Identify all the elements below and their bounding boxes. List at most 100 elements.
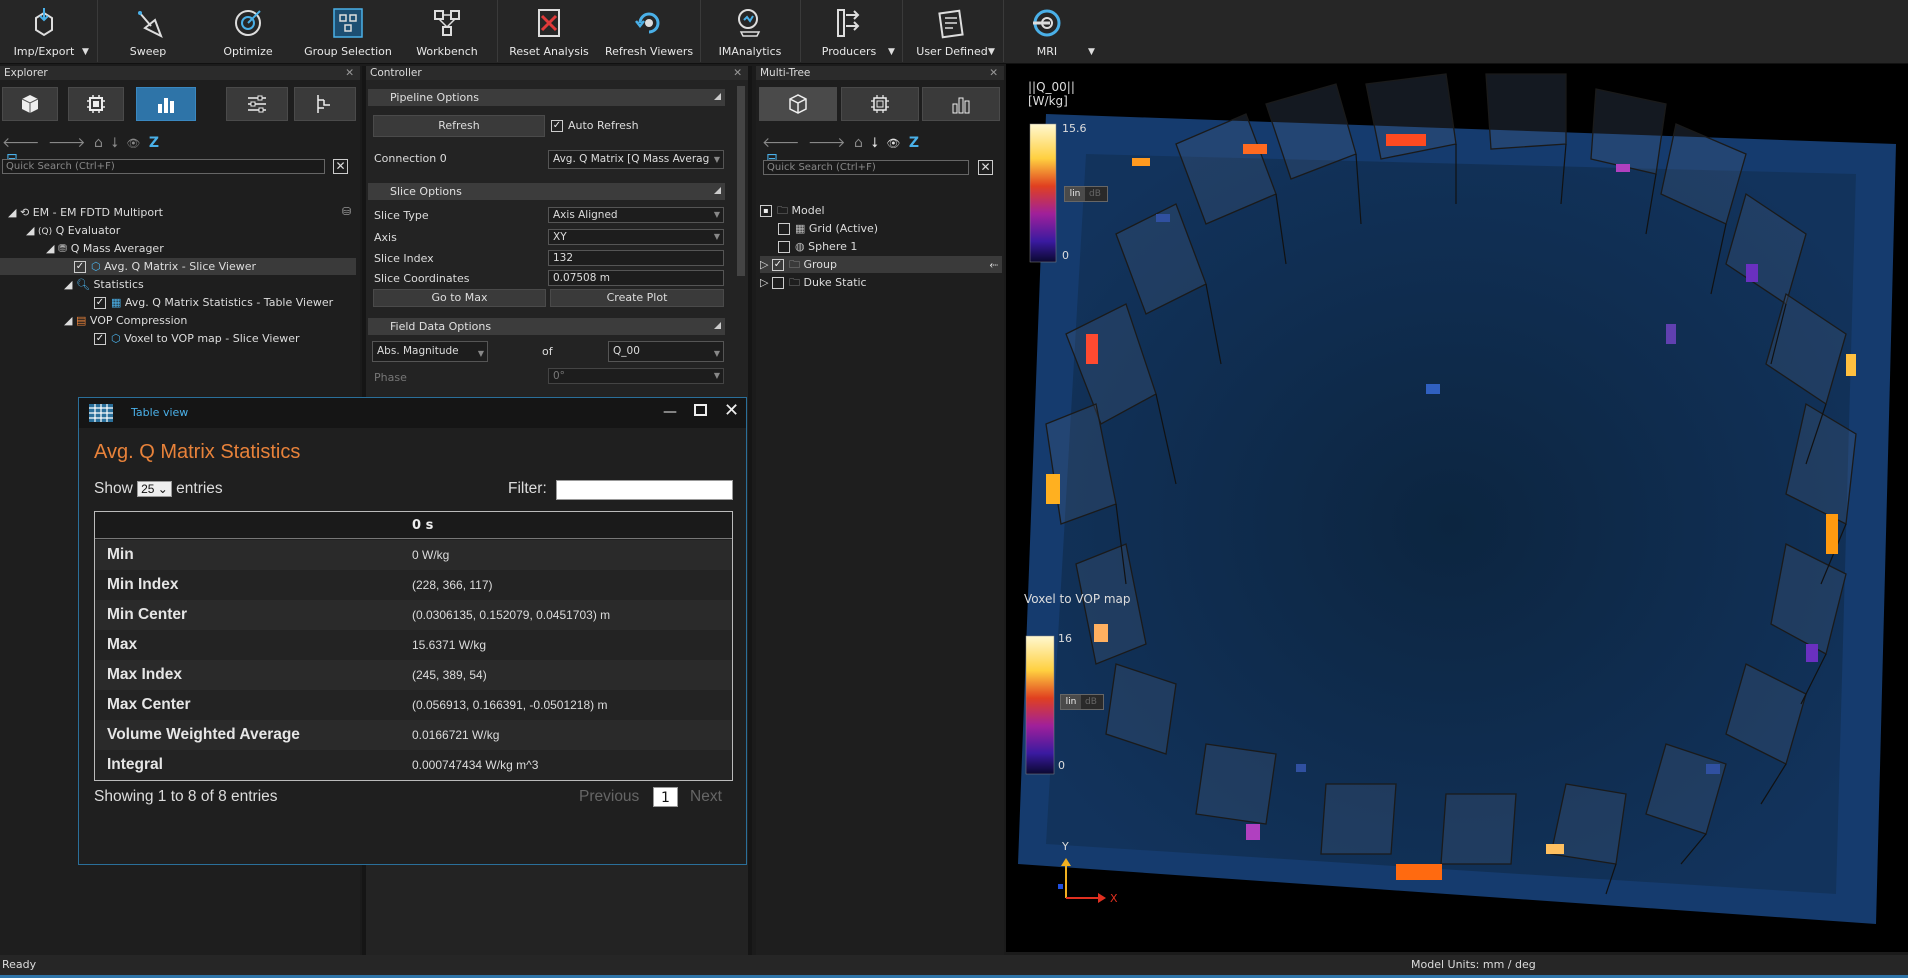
tab-analysis[interactable] — [136, 87, 196, 121]
legend1-scale-toggle[interactable]: lin dB — [1064, 186, 1108, 202]
close-icon[interactable]: ✕ — [724, 400, 739, 421]
component-select[interactable]: Q_00 ▼ — [608, 341, 724, 362]
field-data-options-header[interactable]: Field Data Options — [368, 318, 725, 335]
slice-coords-input[interactable]: 0.07508 m — [548, 270, 724, 286]
tab-chart[interactable] — [922, 87, 1000, 121]
slice-type-select[interactable]: Axis Aligned ▼ — [548, 207, 724, 223]
refresh-button[interactable]: Refresh — [373, 115, 545, 137]
column-header[interactable]: 0 s — [412, 518, 433, 533]
clear-search-icon[interactable]: ✕ — [333, 159, 348, 174]
tree-item-duke-static[interactable]: ▷ 🗀 Duke Static — [760, 274, 867, 291]
close-icon[interactable]: ✕ — [733, 66, 742, 80]
workbench-button[interactable]: Workbench — [410, 0, 484, 64]
tab-settings[interactable] — [226, 87, 288, 121]
tree-item-slice-viewer-q[interactable]: ✓ ⬡ Avg. Q Matrix - Slice Viewer — [0, 258, 356, 275]
page-button[interactable]: 1 — [653, 787, 678, 807]
arrow-left-icon[interactable]: 🡐 — [2, 135, 40, 151]
home-icon[interactable]: ⌂ — [94, 135, 103, 151]
refresh-icon — [635, 12, 660, 34]
imanalytics-button[interactable]: IMAnalytics — [712, 0, 788, 64]
table-view-titlebar[interactable]: Table view — ✕ — [79, 398, 746, 428]
tree-item-q-evaluator[interactable]: ◢ (Q) Q Evaluator — [26, 222, 120, 239]
arrow-right-icon[interactable]: 🡒 — [48, 135, 86, 151]
tree-item-table-viewer[interactable]: ✓ ▦ Avg. Q Matrix Statistics - Table View… — [94, 294, 333, 311]
entries-select[interactable]: 25 ⌄ — [137, 481, 172, 497]
optimize-button[interactable]: Optimize — [208, 0, 288, 64]
controller-scrollbar[interactable] — [737, 86, 745, 276]
tree-item-statistics[interactable]: ◢ 🔍︎ Statistics — [64, 276, 144, 293]
close-icon[interactable]: ✕ — [989, 66, 998, 80]
tree-item-group[interactable]: ▷ ✓ 🗀 Group ⬸ — [760, 256, 1002, 273]
status-text: Ready — [2, 958, 37, 971]
multitree-panel-title: Multi-Tree ✕ — [756, 66, 1004, 80]
close-icon[interactable]: ✕ — [345, 66, 354, 80]
sweep-icon — [138, 11, 163, 39]
axis-select[interactable]: XY ▼ — [548, 229, 724, 245]
slice-options-header[interactable]: Slice Options — [368, 183, 725, 200]
user-defined-button[interactable]: User Defined ▼ — [910, 0, 995, 64]
sweep-button[interactable]: Sweep — [111, 0, 185, 64]
tab-model[interactable] — [2, 87, 58, 121]
legend2-scale-toggle[interactable]: lin dB — [1060, 694, 1104, 710]
tab-chip[interactable] — [841, 87, 919, 121]
minimize-icon[interactable]: — — [663, 404, 677, 420]
quantity-select[interactable]: Abs. Magnitude ▼ — [372, 341, 488, 362]
chevron-down-icon[interactable]: ▼ — [888, 47, 895, 57]
reset-analysis-button[interactable]: Reset Analysis — [509, 0, 589, 64]
table-row: Volume Weighted Average 0.0166721 W/kg — [95, 720, 732, 750]
auto-refresh-checkbox[interactable]: ✓ Auto Refresh — [551, 119, 639, 132]
filter-input[interactable] — [556, 480, 733, 500]
pin-icon[interactable]: ⬸ — [989, 256, 998, 273]
checkbox[interactable]: ✓ — [74, 261, 86, 273]
multitree-search-input[interactable]: Quick Search (Ctrl+F) — [763, 160, 969, 175]
of-label: of — [542, 345, 553, 358]
eye-icon[interactable]: 👁 — [126, 137, 140, 150]
chevron-down-icon[interactable]: ▼ — [988, 47, 995, 57]
arrow-down-icon[interactable]: ⭣ — [871, 135, 878, 151]
tree-item-q-mass-averager[interactable]: ◢ ⛃ Q Mass Averager — [46, 240, 164, 257]
arrow-down-icon[interactable]: ⭣ — [111, 135, 118, 151]
explorer-panel-title: Explorer ✕ — [0, 66, 360, 80]
arrow-right-icon[interactable]: 🡒 — [808, 135, 846, 151]
show-entries: Show 25 ⌄ entries — [94, 480, 223, 497]
sort-icon[interactable]: Z — [909, 135, 919, 151]
create-plot-button[interactable]: Create Plot — [550, 289, 724, 307]
sort-icon[interactable]: Z — [149, 135, 159, 151]
explorer-nav-toolbar: 🡐 🡒 ⌂ ⭣ 👁 Z ⊟ — [2, 134, 162, 167]
previous-button[interactable]: Previous — [579, 788, 639, 806]
refresh-viewers-button[interactable]: Refresh Viewers — [605, 0, 693, 64]
slice-index-input[interactable]: 132 — [548, 250, 724, 266]
go-to-max-button[interactable]: Go to Max — [373, 289, 546, 307]
maximize-icon[interactable] — [694, 404, 707, 416]
hierarchy-icon — [317, 95, 330, 113]
eye-icon[interactable]: 👁 — [886, 137, 900, 150]
mri-button[interactable]: MRI ▼ — [1010, 0, 1095, 64]
connection-select[interactable]: Avg. Q Matrix [Q Mass Averag ▼ — [548, 150, 724, 169]
tree-item-em-fdtd[interactable]: ◢ ⟲ EM - EM FDTD Multiport — [8, 204, 163, 221]
tab-tree[interactable] — [294, 87, 356, 121]
producers-button[interactable]: Producers ▼ — [810, 0, 895, 64]
group-selection-button[interactable]: Group Selection — [302, 0, 394, 64]
home-icon[interactable]: ⌂ — [854, 135, 863, 151]
model-units: Model Units: mm / deg — [1411, 958, 1536, 971]
tab-simulations[interactable] — [68, 87, 124, 121]
arrow-left-icon[interactable]: 🡐 — [762, 135, 800, 151]
clear-search-icon[interactable]: ✕ — [978, 160, 993, 175]
tree-item-vop-slice-viewer[interactable]: ✓ ⬡ Voxel to VOP map - Slice Viewer — [94, 330, 300, 347]
chevron-down-icon[interactable]: ▼ — [82, 47, 89, 57]
chevron-down-icon[interactable]: ▼ — [1088, 47, 1095, 57]
tree-item-sphere[interactable]: ◍ Sphere 1 — [778, 238, 857, 255]
explorer-search-input[interactable]: Quick Search (Ctrl+F) — [2, 159, 325, 174]
tab-3d-model[interactable] — [759, 87, 837, 121]
checkbox[interactable]: ✓ — [94, 297, 106, 309]
imp-export-button[interactable]: Imp/Export ▼ — [8, 0, 89, 64]
tree-item-vop-compression[interactable]: ◢ ▤ VOP Compression — [64, 312, 187, 329]
tree-item-grid[interactable]: ▦ Grid (Active) — [778, 220, 878, 237]
phase-input[interactable]: 0° ▼ — [548, 368, 724, 384]
checkbox[interactable]: ✓ — [94, 333, 106, 345]
pipeline-options-header[interactable]: Pipeline Options — [368, 89, 725, 106]
3d-viewer[interactable]: ||Q_00|| [W/kg] 15.6 0 lin dB Voxel to VO… — [1006, 64, 1908, 952]
next-button[interactable]: Next — [690, 788, 722, 806]
tree-item-model[interactable]: ▪ 🗀 Model — [760, 202, 825, 219]
axis-y-label: Y — [1062, 840, 1069, 853]
